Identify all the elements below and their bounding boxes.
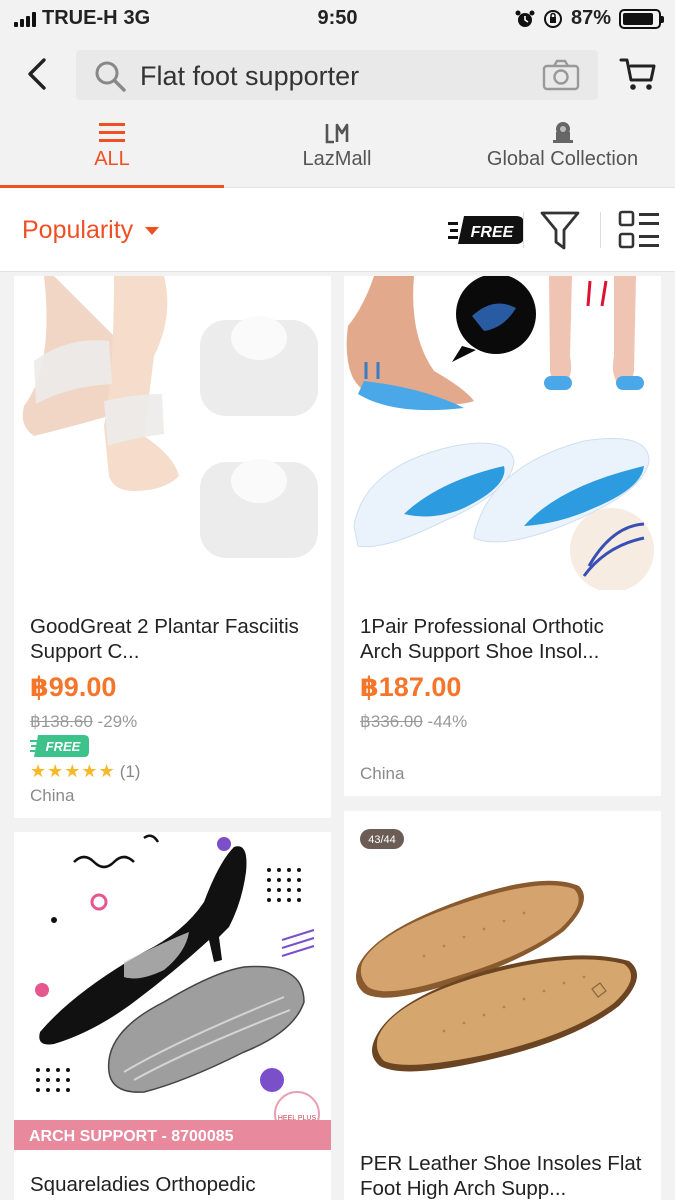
list-view-icon[interactable] <box>618 210 660 250</box>
discount-percent: -44% <box>427 712 468 731</box>
sort-filter-bar: Popularity FREE <box>0 188 675 272</box>
product-image: HEEL PLUS ARCH SUPPORT - 8700085 <box>14 832 331 1150</box>
product-card[interactable]: GoodGreat 2 Plantar Fasciitis Support C.… <box>14 276 331 818</box>
strikethrough-price: ฿336.00 <box>360 712 423 731</box>
free-label: FREE <box>471 224 515 241</box>
original-price: ฿138.60 -29% <box>30 712 137 732</box>
star-icons: ★★★★★ <box>30 761 116 781</box>
rating-stars: ★★★★★ (1) <box>30 761 140 782</box>
size-tag: 43/44 <box>368 834 396 846</box>
menu-icon <box>99 123 125 142</box>
product-title: Squareladies Orthopedic <box>30 1173 256 1196</box>
tab-label: Global Collection <box>486 148 639 170</box>
product-card[interactable]: 43/44 PER Leather Shoe Insoles Flat Foot… <box>344 811 661 1200</box>
product-card[interactable]: HEEL PLUS ARCH SUPPORT - 8700085 Squarel… <box>14 832 331 1200</box>
free-shipping-filter-icon[interactable]: FREE <box>448 214 526 246</box>
filter-icon[interactable] <box>540 210 580 252</box>
search-header: Flat foot supporter <box>0 36 675 114</box>
cart-icon[interactable] <box>619 56 657 92</box>
product-title: 1Pair Professional Orthotic Arch Support… <box>360 615 604 663</box>
category-tabs: ALL LazMall Global Collection <box>0 114 675 188</box>
search-query: Flat foot supporter <box>140 61 360 91</box>
tab-all[interactable]: ALL <box>0 114 224 188</box>
product-image <box>344 276 661 590</box>
lazmall-logo-icon <box>325 123 349 144</box>
product-title: PER Leather Shoe Insoles Flat Foot High … <box>360 1152 642 1200</box>
sort-dropdown[interactable]: Popularity <box>22 216 160 245</box>
dropdown-arrow-icon <box>145 226 160 235</box>
global-collection-icon <box>552 122 573 143</box>
product-card[interactable]: 1Pair Professional Orthotic Arch Support… <box>344 276 661 796</box>
rating-count: (1) <box>119 762 141 781</box>
divider <box>523 212 524 248</box>
alarm-icon <box>515 10 535 27</box>
product-origin: China <box>30 786 75 805</box>
product-origin: China <box>360 764 405 783</box>
tab-global-collection[interactable]: Global Collection <box>450 114 675 188</box>
original-price: ฿336.00 -44% <box>360 712 467 732</box>
camera-icon[interactable] <box>542 59 580 91</box>
strikethrough-price: ฿138.60 <box>30 712 93 731</box>
battery-icon <box>619 8 664 29</box>
product-image: 43/44 <box>344 811 661 1129</box>
search-input[interactable]: Flat foot supporter <box>76 50 598 100</box>
discount-percent: -29% <box>97 712 138 731</box>
back-arrow-icon[interactable] <box>22 54 56 94</box>
tab-label: LazMall <box>302 148 372 170</box>
battery-percent: 87% <box>570 7 611 29</box>
product-image <box>14 276 331 590</box>
free-badge-label: FREE <box>46 739 81 754</box>
divider <box>600 212 601 248</box>
product-title: GoodGreat 2 Plantar Fasciitis Support C.… <box>30 615 299 663</box>
product-price: ฿187.00 <box>360 672 462 702</box>
search-icon <box>95 61 126 92</box>
arch-support-banner: ARCH SUPPORT - 8700085 <box>29 1128 234 1145</box>
orientation-lock-icon <box>543 9 562 28</box>
status-bar: TRUE-H 3G 9:50 87% <box>0 0 675 36</box>
sort-label: Popularity <box>22 216 134 244</box>
tab-lazmall[interactable]: LazMall <box>225 114 449 188</box>
product-price: ฿99.00 <box>30 672 117 702</box>
free-shipping-badge: FREE <box>30 735 89 757</box>
tab-label: ALL <box>94 148 130 170</box>
